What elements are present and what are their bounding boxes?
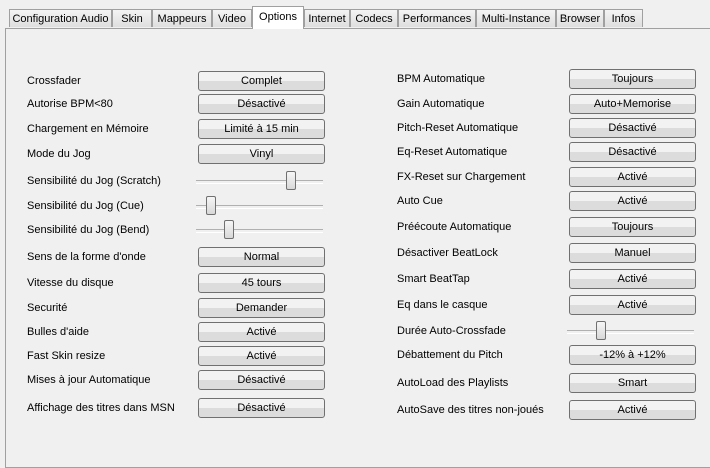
slider-track: [567, 330, 694, 334]
auto-cue-label: Auto Cue: [397, 195, 443, 207]
auto-cue-button[interactable]: Activé: [569, 191, 696, 211]
gain-automatique-label: Gain Automatique: [397, 98, 485, 110]
tab-browser[interactable]: Browser: [556, 9, 604, 27]
duree-auto-crossfade-slider[interactable]: [567, 321, 694, 341]
chargement-en-memoire-button[interactable]: Limité à 15 min: [198, 119, 325, 139]
sens-de-la-forme-d-onde-button[interactable]: Normal: [198, 247, 325, 267]
mises-a-jour-automatique-label: Mises à jour Automatique: [27, 374, 151, 386]
preecoute-automatique-button[interactable]: Toujours: [569, 217, 696, 237]
chargement-en-memoire-label: Chargement en Mémoire: [27, 123, 149, 135]
slider-thumb[interactable]: [286, 171, 297, 190]
fast-skin-resize-label: Fast Skin resize: [27, 350, 106, 362]
tab-video[interactable]: Video: [212, 9, 252, 27]
slider-track: [196, 229, 323, 233]
slider-thumb[interactable]: [206, 196, 217, 215]
desactiver-beatlock-label: Désactiver BeatLock: [397, 247, 498, 259]
crossfader-label: Crossfader: [27, 75, 81, 87]
tab-mappeurs[interactable]: Mappeurs: [152, 9, 212, 27]
tab-infos[interactable]: Infos: [604, 9, 643, 27]
sensibilite-du-jog-bend-label: Sensibilité du Jog (Bend): [27, 224, 150, 236]
affichage-des-titres-dans-msn-button[interactable]: Désactivé: [198, 398, 325, 418]
mises-a-jour-automatique-button[interactable]: Désactivé: [198, 370, 325, 390]
pitch-reset-automatique-label: Pitch-Reset Automatique: [397, 122, 519, 134]
autorise-bpm-80-label: Autorise BPM<80: [27, 98, 113, 110]
autorise-bpm-80-button[interactable]: Désactivé: [198, 94, 325, 114]
bpm-automatique-button[interactable]: Toujours: [569, 69, 696, 89]
slider-thumb[interactable]: [224, 220, 235, 239]
bulles-d-aide-label: Bulles d'aide: [27, 326, 90, 338]
debattement-du-pitch-button[interactable]: -12% à +12%: [569, 345, 696, 365]
fx-reset-sur-chargement-button[interactable]: Activé: [569, 167, 696, 187]
bpm-automatique-label: BPM Automatique: [397, 73, 486, 85]
smart-beattap-button[interactable]: Activé: [569, 269, 696, 289]
tab-configuration-audio[interactable]: Configuration Audio: [9, 9, 112, 27]
eq-reset-automatique-button[interactable]: Désactivé: [569, 142, 696, 162]
sens-de-la-forme-d-onde-label: Sens de la forme d'onde: [27, 251, 146, 263]
securite-button[interactable]: Demander: [198, 298, 325, 318]
smart-beattap-label: Smart BeatTap: [397, 273, 470, 285]
debattement-du-pitch-label: Débattement du Pitch: [397, 349, 503, 361]
preecoute-automatique-label: Préécoute Automatique: [397, 221, 512, 233]
eq-dans-le-casque-label: Eq dans le casque: [397, 299, 488, 311]
bulles-d-aide-button[interactable]: Activé: [198, 322, 325, 342]
autosave-des-titres-non-joues-label: AutoSave des titres non-joués: [397, 404, 544, 416]
eq-dans-le-casque-button[interactable]: Activé: [569, 295, 696, 315]
slider-track: [196, 180, 323, 184]
desactiver-beatlock-button[interactable]: Manuel: [569, 243, 696, 263]
autoload-des-playlists-button[interactable]: Smart: [569, 373, 696, 393]
autoload-des-playlists-label: AutoLoad des Playlists: [397, 377, 509, 389]
eq-reset-automatique-label: Eq-Reset Automatique: [397, 146, 508, 158]
sensibilite-du-jog-cue-label: Sensibilité du Jog (Cue): [27, 200, 144, 212]
tab-multi-instance[interactable]: Multi-Instance: [476, 9, 556, 27]
tab-skin[interactable]: Skin: [112, 9, 152, 27]
tab-internet[interactable]: Internet: [304, 9, 350, 27]
slider-thumb[interactable]: [596, 321, 607, 340]
sensibilite-du-jog-scratch-slider[interactable]: [196, 171, 323, 191]
fast-skin-resize-button[interactable]: Activé: [198, 346, 325, 366]
pitch-reset-automatique-button[interactable]: Désactivé: [569, 118, 696, 138]
sensibilite-du-jog-scratch-label: Sensibilité du Jog (Scratch): [27, 175, 161, 187]
crossfader-button[interactable]: Complet: [198, 71, 325, 91]
tab-codecs[interactable]: Codecs: [350, 9, 398, 27]
mode-du-jog-label: Mode du Jog: [27, 148, 91, 160]
sensibilite-du-jog-bend-slider[interactable]: [196, 220, 323, 240]
duree-auto-crossfade-label: Durée Auto-Crossfade: [397, 325, 506, 337]
mode-du-jog-button[interactable]: Vinyl: [198, 144, 325, 164]
affichage-des-titres-dans-msn-label: Affichage des titres dans MSN: [27, 402, 175, 414]
tab-options[interactable]: Options: [252, 6, 304, 29]
securite-label: Securité: [27, 302, 68, 314]
vitesse-du-disque-button[interactable]: 45 tours: [198, 273, 325, 293]
vitesse-du-disque-label: Vitesse du disque: [27, 277, 114, 289]
tab-performances[interactable]: Performances: [398, 9, 476, 27]
fx-reset-sur-chargement-label: FX-Reset sur Chargement: [397, 171, 526, 183]
sensibilite-du-jog-cue-slider[interactable]: [196, 196, 323, 216]
gain-automatique-button[interactable]: Auto+Memorise: [569, 94, 696, 114]
autosave-des-titres-non-joues-button[interactable]: Activé: [569, 400, 696, 420]
